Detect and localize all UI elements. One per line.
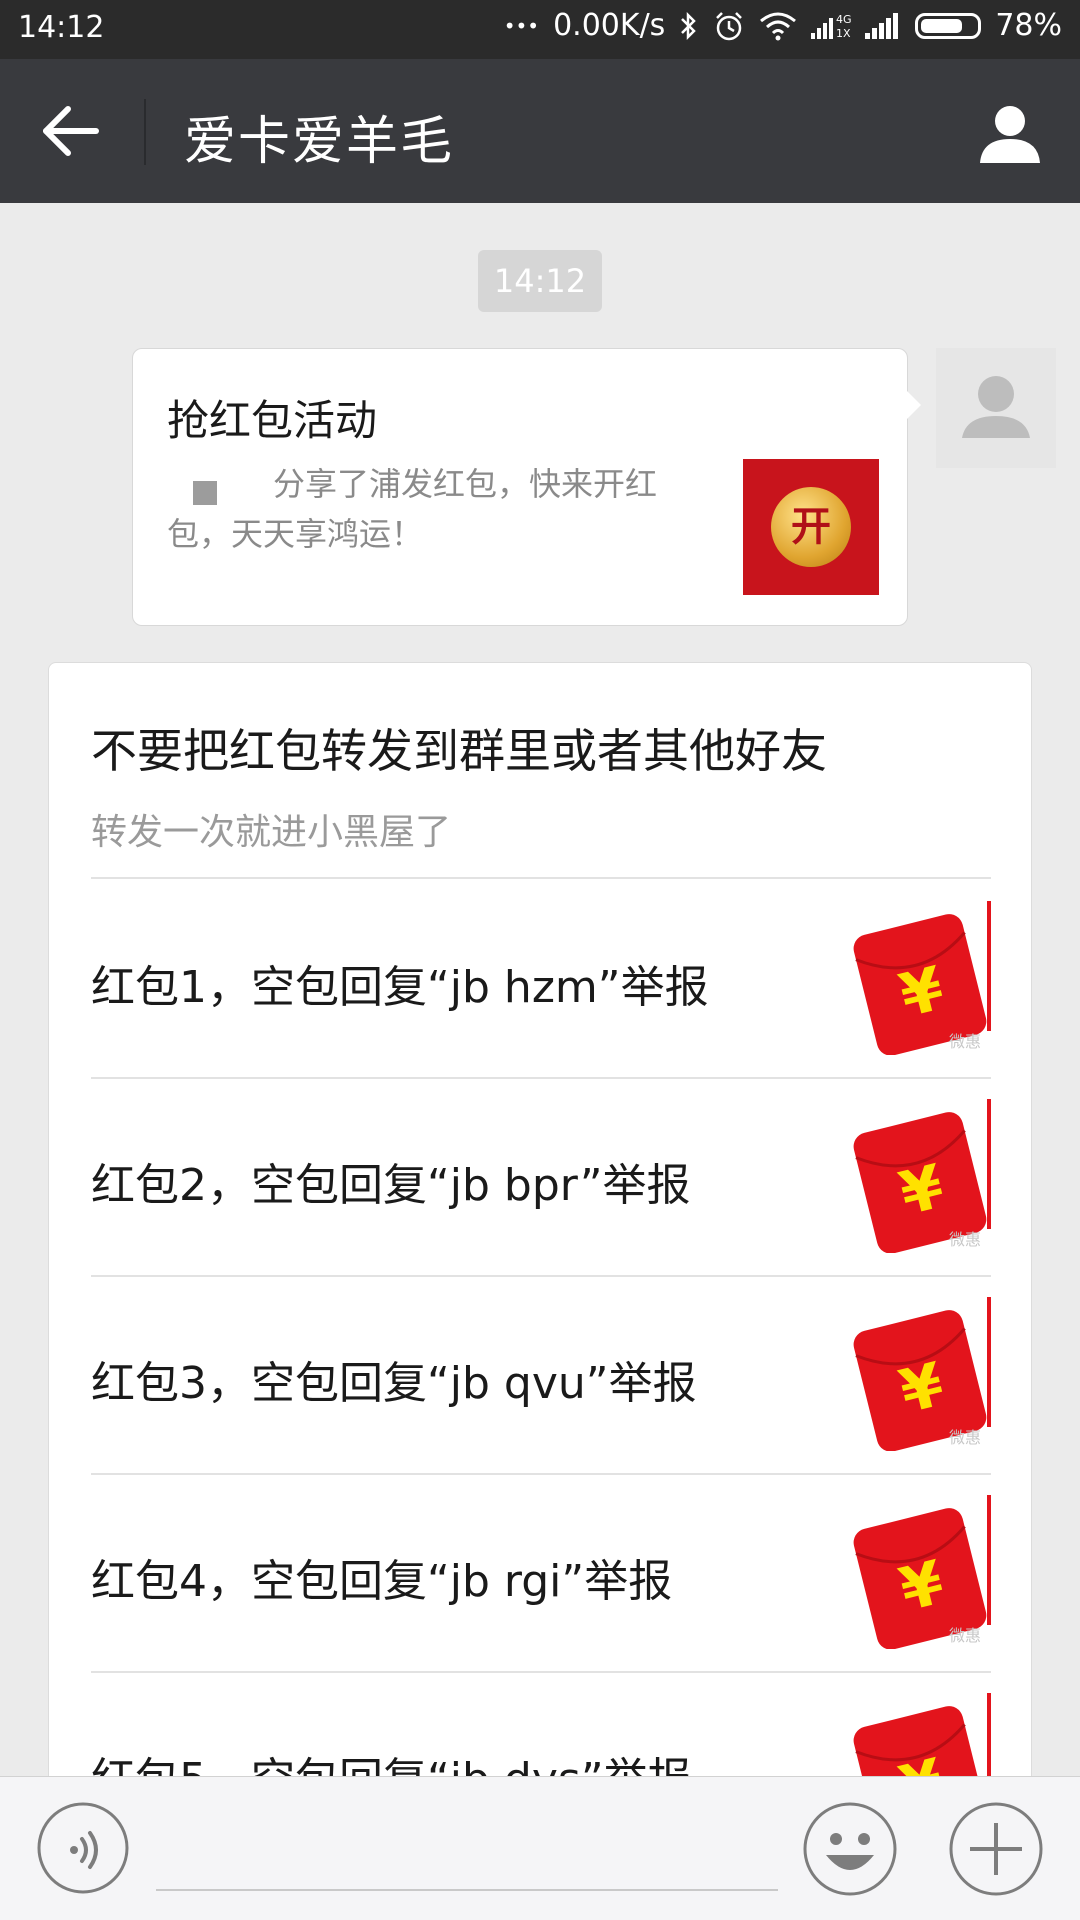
list-item-label: 红包2，空包回复“jb bpr”举报 xyxy=(91,1160,691,1211)
alarm-icon xyxy=(716,11,743,40)
share-card-title: 抢红包活动 xyxy=(167,396,378,445)
list-item[interactable]: 红包1，空包回复“jb hzm”举报 ¥ 微惠 xyxy=(49,879,1031,1077)
list-item-label: 红包3，空包回复“jb qvu”举报 xyxy=(91,1358,697,1409)
list-item[interactable]: 红包3，空包回复“jb qvu”举报 ¥ 微惠 xyxy=(49,1275,1031,1473)
title-divider xyxy=(144,99,146,165)
battery-fill xyxy=(921,18,963,33)
list-item-label: 红包4，空包回复“jb rgi”举报 xyxy=(91,1556,673,1607)
red-envelope-icon: ¥微惠 xyxy=(849,1297,991,1451)
battery-percent: 78% xyxy=(995,8,1062,43)
back-arrow-icon[interactable] xyxy=(40,105,100,157)
emoji-icon[interactable] xyxy=(802,1801,898,1897)
plus-icon[interactable] xyxy=(948,1801,1044,1897)
red-envelope-icon: ¥微惠 xyxy=(849,1495,991,1649)
news-headline[interactable]: 不要把红包转发到群里或者其他好友 xyxy=(91,715,827,781)
news-subtitle: 转发一次就进小黑屋了 xyxy=(91,812,452,853)
network-type-bottom: 1X xyxy=(836,27,851,40)
chat-timestamp: 14:12 xyxy=(478,250,602,312)
list-item-label: 红包1，空包回复“jb hzm”举报 xyxy=(91,962,709,1013)
open-coin-icon: 开 xyxy=(771,487,851,567)
network-speed: 0.00K/s xyxy=(553,8,666,43)
red-envelope-icon: ¥微惠 xyxy=(849,1099,991,1253)
news-card-message[interactable]: 不要把红包转发到群里或者其他好友 转发一次就进小黑屋了 红包1，空包回复“jb … xyxy=(48,662,1032,1782)
red-envelope-icon: ¥微惠 xyxy=(849,1693,991,1781)
list-item[interactable]: 红包5，空包回复“jb dys”举报¥微惠 xyxy=(49,1671,1031,1781)
page-title: 爱卡爱羊毛 xyxy=(184,112,455,172)
input-bar xyxy=(0,1776,1080,1920)
bluetooth-icon xyxy=(681,11,697,40)
network-type-top: 4G xyxy=(836,13,851,26)
status-time: 14:12 xyxy=(18,10,105,45)
share-card-message[interactable]: 抢红包活动 分享了浦发红包，快来开红包，天天享鸿运！ 开 xyxy=(132,348,921,626)
envelope-watermark: 微惠 xyxy=(949,1230,981,1249)
signal-icon xyxy=(865,12,899,39)
envelope-watermark: 微惠 xyxy=(949,1428,981,1447)
message-input[interactable] xyxy=(156,1807,778,1891)
battery-icon xyxy=(915,12,982,39)
person-icon[interactable] xyxy=(978,101,1042,165)
wifi-icon xyxy=(760,12,797,40)
envelope-watermark: 微惠 xyxy=(949,1032,981,1051)
envelope-watermark: 微惠 xyxy=(949,1626,981,1645)
red-envelope-thumbnail: 开 xyxy=(743,459,879,595)
status-bar: 14:12 ••• 0.00K/s 4G 1X 78% xyxy=(0,0,1080,59)
list-item[interactable]: 红包2，空包回复“jb bpr”举报 ¥ 微惠 xyxy=(49,1077,1031,1275)
list-item[interactable]: 红包4，空包回复“jb rgi”举报 ¥ 微惠 xyxy=(49,1473,1031,1671)
red-envelope-icon: ¥微惠 xyxy=(849,901,991,1055)
status-right: ••• 0.00K/s 4G 1X 78% xyxy=(504,8,1062,43)
share-card-description: 分享了浦发红包，快来开红包，天天享鸿运！ xyxy=(167,465,658,553)
avatar[interactable] xyxy=(936,348,1056,468)
title-bar: 爱卡爱羊毛 xyxy=(0,59,1080,203)
signal-4g-icon: 4G 1X xyxy=(811,13,851,40)
status-dots: ••• xyxy=(503,13,540,38)
voice-icon[interactable] xyxy=(36,1801,130,1895)
